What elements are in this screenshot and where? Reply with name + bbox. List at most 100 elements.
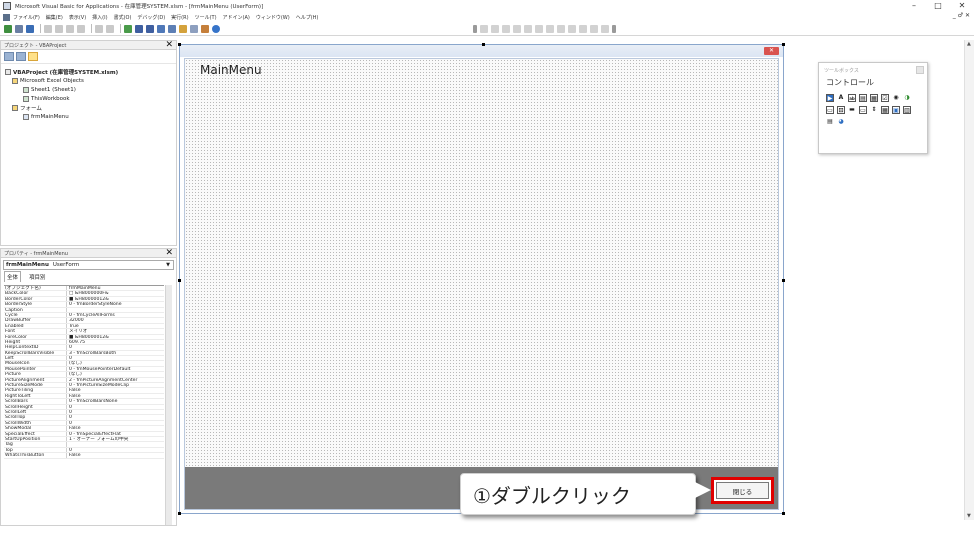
object-selector-dropdown[interactable]: frmMainMenu UserForm ▼ <box>3 260 174 270</box>
userform-body-grid[interactable]: MainMenu 閉じる <box>184 58 779 510</box>
property-value[interactable]: 0 - fmScrollBarsNone <box>67 399 164 403</box>
outdent-icon[interactable] <box>502 24 510 33</box>
togglebutton-control-icon[interactable]: ◑ <box>903 94 911 102</box>
find-icon[interactable] <box>77 24 85 33</box>
tree-node-vbaproject[interactable]: VBAProject (在庫管理SYSTEM.xlsm) <box>5 67 176 76</box>
menu-view[interactable]: 表示(V) <box>69 14 86 21</box>
toggle-breakpoint-icon[interactable] <box>546 24 554 33</box>
tree-node-excel-objects[interactable]: Microsoft Excel Objects <box>5 76 176 85</box>
refedit-control-icon[interactable]: ▥ <box>903 106 911 114</box>
property-value[interactable]: 0 - fmSpecialEffectFlat <box>67 432 164 436</box>
resize-handle[interactable] <box>782 512 785 515</box>
excel-view-icon[interactable] <box>3 13 10 21</box>
property-value[interactable]: 0 - fmPictureSizeModeClip <box>67 383 164 387</box>
paste-icon[interactable] <box>66 24 74 33</box>
toolbox-tab-controls[interactable]: コントロール <box>819 77 927 91</box>
property-value[interactable]: True <box>67 324 164 328</box>
web-browser-control-icon[interactable]: ◕ <box>837 118 845 126</box>
toolbox-icon[interactable] <box>201 24 209 33</box>
tree-node-sheet1[interactable]: Sheet1 (Sheet1) <box>5 85 176 94</box>
resize-handle[interactable] <box>178 43 181 46</box>
menu-addins[interactable]: アドイン(A) <box>223 14 250 21</box>
property-value[interactable]: (なし) <box>67 372 164 376</box>
run-icon[interactable] <box>124 24 132 33</box>
project-explorer-close-button[interactable]: ✕ <box>165 41 173 50</box>
property-row[interactable]: WhatsThisButton False <box>4 453 164 459</box>
quick-info-icon[interactable] <box>524 24 532 33</box>
minimize-button[interactable]: – <box>902 0 926 12</box>
uncomment-block-icon[interactable] <box>568 24 576 33</box>
copy-icon[interactable] <box>55 24 63 33</box>
frame-control-icon[interactable]: ▭ <box>826 106 834 114</box>
property-value[interactable]: 2 - fmPictureAlignmentCenter <box>67 378 164 382</box>
userform-close-icon[interactable]: ✕ <box>764 47 779 55</box>
bookmark-icon[interactable] <box>579 24 587 33</box>
property-value[interactable]: 609.75 <box>67 340 164 344</box>
menu-format[interactable]: 書式(O) <box>114 14 132 21</box>
property-value[interactable]: 0 - fmMousePointerDefault <box>67 367 164 371</box>
object-browser-icon[interactable] <box>190 24 198 33</box>
property-value[interactable]: frmMainMenu <box>67 286 164 290</box>
property-value[interactable]: False <box>67 453 164 457</box>
indent-icon[interactable] <box>491 24 499 33</box>
property-value[interactable]: 0 <box>67 345 164 349</box>
tree-node-frmmainmenu[interactable]: frmMainMenu <box>5 112 176 121</box>
textbox-control-icon[interactable]: ab <box>848 94 856 102</box>
tab-alphabetic[interactable]: 全体 <box>4 271 22 282</box>
property-value[interactable] <box>67 308 164 312</box>
scroll-down-icon[interactable]: ▼ <box>967 513 971 519</box>
checkbox-control-icon[interactable]: ☑ <box>881 94 889 102</box>
resize-handle[interactable] <box>178 279 181 282</box>
property-value[interactable]: ■ &H80000012& <box>67 335 164 339</box>
edit-toolbar-icon[interactable] <box>480 24 488 33</box>
designer-vertical-scrollbar[interactable]: ▲ ▼ <box>964 40 974 520</box>
property-value[interactable]: 0 <box>67 421 164 425</box>
combobox-control-icon[interactable]: ▤ <box>859 94 867 102</box>
scrollbar-control-icon[interactable]: ⇕ <box>870 106 878 114</box>
list-members-icon[interactable] <box>513 24 521 33</box>
commandbutton-control-icon[interactable]: ⊡ <box>837 106 845 114</box>
properties-window-icon[interactable] <box>179 24 187 33</box>
close-form-button[interactable]: 閉じる <box>716 482 769 499</box>
menu-edit[interactable]: 編集(E) <box>46 14 63 21</box>
property-value[interactable]: メイリオ <box>67 329 164 333</box>
menu-insert[interactable]: 挿入(I) <box>92 14 107 21</box>
mdi-window-controls[interactable]: _ ♂ ✕ <box>953 12 970 19</box>
menu-tools[interactable]: ツール(T) <box>195 14 217 21</box>
tree-node-forms[interactable]: フォーム <box>5 103 176 112</box>
menu-file[interactable]: ファイル(F) <box>13 14 40 21</box>
property-value[interactable]: 0 <box>67 410 164 414</box>
userform-frmmainmenu[interactable]: ✕ MainMenu 閉じる <box>178 43 785 515</box>
property-value[interactable]: (なし) <box>67 361 164 365</box>
menu-help[interactable]: ヘルプ(H) <box>296 14 319 21</box>
treeview-control-icon[interactable]: ▤ <box>826 118 834 126</box>
menu-window[interactable]: ウィンドウ(W) <box>256 14 290 21</box>
listbox-control-icon[interactable]: ▦ <box>870 94 878 102</box>
optionbutton-control-icon[interactable]: ◉ <box>892 94 900 102</box>
resize-handle[interactable] <box>178 512 181 515</box>
close-window-button[interactable]: ✕ <box>950 0 974 12</box>
prev-bookmark-icon[interactable] <box>601 24 609 33</box>
resize-handle[interactable] <box>782 43 785 46</box>
reset-icon[interactable] <box>146 24 154 33</box>
next-bookmark-icon[interactable] <box>590 24 598 33</box>
tabstrip-control-icon[interactable]: ▬ <box>848 106 856 114</box>
property-value[interactable]: 0 <box>67 405 164 409</box>
multipage-control-icon[interactable]: ▭ <box>859 106 867 114</box>
comment-block-icon[interactable] <box>557 24 565 33</box>
property-value[interactable]: 0 - fmBorderStyleNone <box>67 302 164 306</box>
maximize-button[interactable]: □ <box>926 0 950 12</box>
property-value[interactable] <box>67 442 164 446</box>
tree-node-thisworkbook[interactable]: ThisWorkbook <box>5 94 176 103</box>
toolbox-close-button[interactable] <box>916 66 924 74</box>
project-explorer-icon[interactable] <box>168 24 176 33</box>
image-control-icon[interactable]: ▣ <box>892 106 900 114</box>
complete-word-icon[interactable] <box>535 24 543 33</box>
spinbutton-control-icon[interactable]: ▦ <box>881 106 889 114</box>
form-title-label[interactable]: MainMenu <box>200 63 262 77</box>
scroll-up-icon[interactable]: ▲ <box>967 41 971 47</box>
save-icon[interactable] <box>26 24 34 33</box>
tab-categorized[interactable]: 項目別 <box>27 272 48 282</box>
property-value[interactable]: □ &H8000000F& <box>67 291 164 295</box>
select-objects-icon[interactable]: ▶ <box>826 94 834 102</box>
